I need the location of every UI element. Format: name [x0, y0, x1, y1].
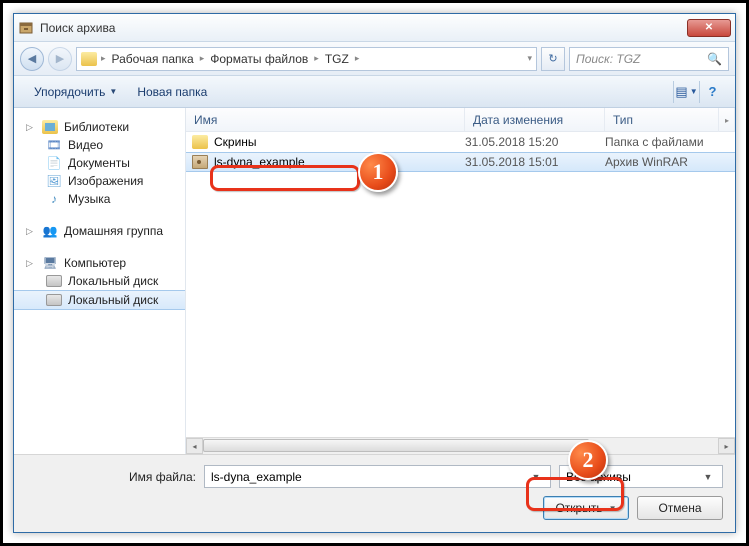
tree-libraries[interactable]: ▷Библиотеки: [14, 118, 185, 136]
split-arrow-icon: ▼: [609, 504, 617, 513]
table-row[interactable]: ls-dyna_example 31.05.2018 15:01 Архив W…: [186, 152, 735, 172]
breadcrumb[interactable]: ▸ Рабочая папка ▸ Форматы файлов ▸ TGZ ▸…: [76, 47, 537, 71]
breadcrumb-dropdown-icon[interactable]: ▾: [527, 53, 532, 64]
view-mode-button[interactable]: ▤▼: [673, 81, 699, 103]
newfolder-button[interactable]: Новая папка: [127, 81, 217, 103]
table-row[interactable]: Скрины 31.05.2018 15:20 Папка с файлами: [186, 132, 735, 152]
cancel-button[interactable]: Отмена: [637, 496, 723, 520]
libraries-icon: [42, 120, 58, 134]
video-icon: 🎞: [46, 138, 62, 152]
app-icon: [18, 20, 34, 36]
window-title: Поиск архива: [40, 21, 687, 35]
scroll-thumb[interactable]: [203, 439, 589, 452]
disk-icon: [46, 275, 62, 287]
col-date[interactable]: Дата изменения: [465, 108, 605, 131]
horizontal-scrollbar[interactable]: ◂ ▸: [186, 437, 735, 454]
breadcrumb-seg[interactable]: Рабочая папка: [108, 52, 198, 66]
scroll-right-icon[interactable]: ▸: [718, 438, 735, 454]
breadcrumb-seg[interactable]: TGZ: [321, 52, 353, 66]
folder-icon: [192, 135, 208, 149]
col-name[interactable]: Имя: [186, 108, 465, 131]
refresh-button[interactable]: ↻: [541, 47, 565, 71]
filename-label: Имя файла:: [26, 470, 196, 484]
tree-computer[interactable]: ▷🖥Компьютер: [14, 254, 185, 272]
search-placeholder: Поиск: TGZ: [576, 52, 640, 66]
filename-input[interactable]: ls-dyna_example ▼: [204, 465, 551, 488]
chevron-down-icon: ▼: [109, 87, 117, 96]
folder-icon: [81, 52, 97, 66]
scroll-left-icon[interactable]: ◂: [186, 438, 203, 454]
col-scroll-icon: ▸: [718, 108, 735, 132]
disk-icon: [46, 294, 62, 306]
annotation-marker-2: 2: [568, 440, 608, 480]
file-list-pane: Имя Дата изменения Тип ▸ Скрины 31.05.20…: [186, 108, 735, 454]
archive-icon: [192, 155, 208, 169]
computer-icon: 🖥: [42, 256, 58, 270]
close-button[interactable]: ✕: [687, 19, 731, 37]
music-icon: ♪: [46, 192, 62, 206]
screenshot-frame: Поиск архива ✕ ◀ ▶ ▸ Рабочая папка ▸ Фор…: [0, 0, 749, 546]
nav-forward-button[interactable]: ▶: [48, 47, 72, 71]
open-file-dialog: Поиск архива ✕ ◀ ▶ ▸ Рабочая папка ▸ Фор…: [13, 13, 736, 533]
help-button[interactable]: ?: [699, 81, 725, 103]
documents-icon: 📄: [46, 156, 62, 170]
tree-localdisk[interactable]: Локальный диск: [14, 290, 185, 310]
search-icon: 🔍: [707, 52, 722, 66]
nav-back-button[interactable]: ◀: [20, 47, 44, 71]
col-type[interactable]: Тип: [605, 108, 735, 131]
tree-localdisk[interactable]: Локальный диск: [14, 272, 185, 290]
bottom-panel: Имя файла: ls-dyna_example ▼ Все архивы …: [14, 454, 735, 532]
chevron-down-icon: ▼: [700, 472, 716, 482]
annotation-marker-1: 1: [358, 152, 398, 192]
homegroup-icon: 👥: [42, 224, 58, 238]
organize-button[interactable]: Упорядочить ▼: [24, 81, 127, 103]
tree-documents[interactable]: 📄Документы: [14, 154, 185, 172]
column-headers: Имя Дата изменения Тип ▸: [186, 108, 735, 132]
chevron-down-icon: ▼: [528, 472, 544, 482]
titlebar: Поиск архива ✕: [14, 14, 735, 42]
nav-tree[interactable]: ▷Библиотеки 🎞Видео 📄Документы 🖼Изображен…: [14, 108, 186, 454]
scroll-track[interactable]: [203, 438, 718, 454]
search-input[interactable]: Поиск: TGZ 🔍: [569, 47, 729, 71]
toolbar: Упорядочить ▼ Новая папка ▤▼ ?: [14, 76, 735, 108]
tree-music[interactable]: ♪Музыка: [14, 190, 185, 208]
tree-images[interactable]: 🖼Изображения: [14, 172, 185, 190]
address-bar: ◀ ▶ ▸ Рабочая папка ▸ Форматы файлов ▸ T…: [14, 42, 735, 76]
tree-video[interactable]: 🎞Видео: [14, 136, 185, 154]
breadcrumb-seg[interactable]: Форматы файлов: [206, 52, 312, 66]
images-icon: 🖼: [46, 174, 62, 188]
open-button[interactable]: Открыть ▼: [543, 496, 629, 520]
tree-homegroup[interactable]: ▷👥Домашняя группа: [14, 222, 185, 240]
file-rows[interactable]: Скрины 31.05.2018 15:20 Папка с файлами …: [186, 132, 735, 437]
